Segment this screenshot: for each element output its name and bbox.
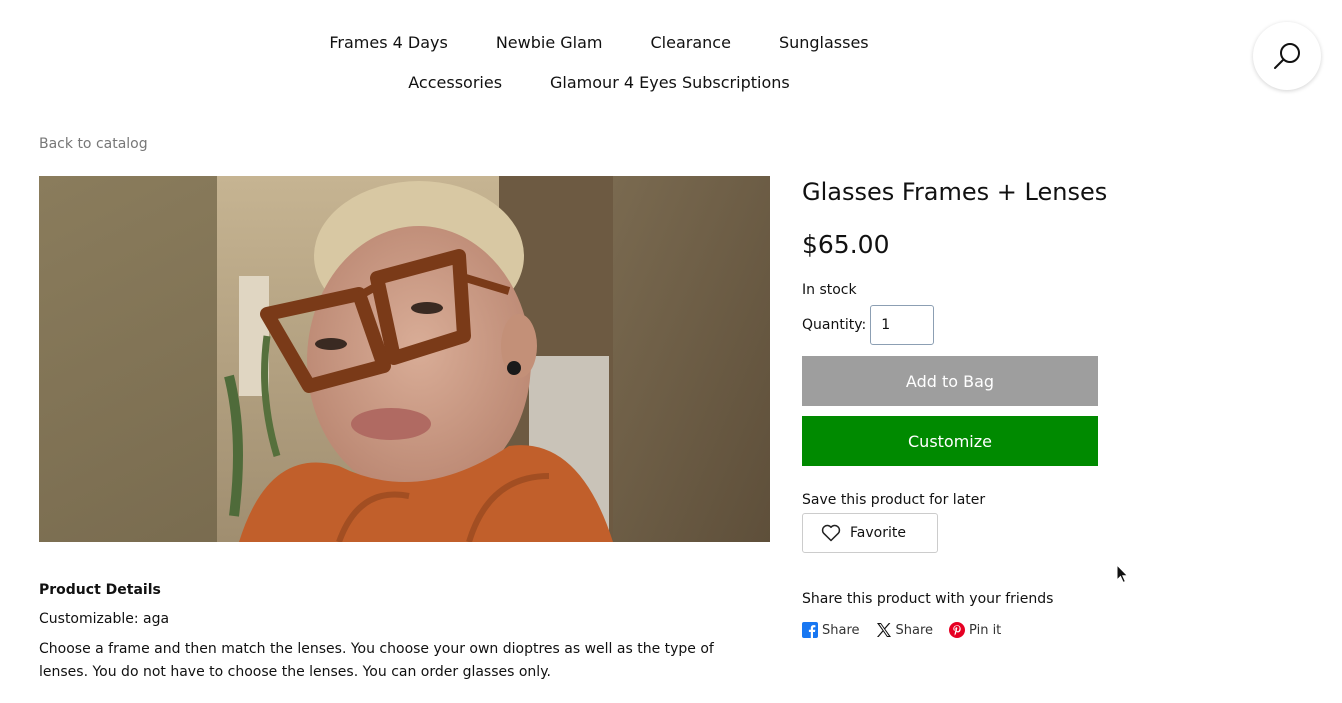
nav-item-newbie-glam[interactable]: Newbie Glam [472,33,627,52]
facebook-share-link[interactable]: Share [802,622,860,638]
nav-item-clearance[interactable]: Clearance [627,33,755,52]
nav-item-sunglasses[interactable]: Sunglasses [755,33,893,52]
product-photo-illustration [39,176,770,542]
customizable-text: Customizable: aga [39,611,170,627]
nav-row-1: Frames 4 Days Newbie Glam Clearance Sung… [0,22,1198,62]
facebook-share-label: Share [822,622,860,638]
favorite-label: Favorite [850,525,906,541]
x-icon [876,623,891,637]
product-price: $65.00 [802,230,890,259]
save-for-later-label: Save this product for later [802,492,986,508]
pinterest-icon [949,622,966,638]
nav-row-2: Accessories Glamour 4 Eyes Subscriptions [0,62,1198,102]
pinterest-share-link[interactable]: Pin it [949,622,1001,638]
add-to-bag-button[interactable]: Add to Bag [802,356,1098,406]
quantity-input[interactable] [870,305,935,345]
stock-status: In stock [802,282,857,298]
search-button[interactable] [1253,22,1321,90]
product-panel: Glasses Frames + Lenses $65.00 In stock … [802,176,1108,638]
nav-item-glamour-4-eyes-subscriptions[interactable]: Glamour 4 Eyes Subscriptions [526,73,814,92]
x-share-link[interactable]: Share [876,622,934,638]
heart-icon [821,524,841,542]
quantity-row: Quantity: [802,305,1098,345]
share-row: Share Share Pin it [802,622,1098,638]
back-to-catalog-link[interactable]: Back to catalog [39,136,148,152]
nav-item-accessories[interactable]: Accessories [384,73,526,92]
share-label: Share this product with your friends [802,591,1054,607]
favorite-button[interactable]: Favorite [802,513,938,553]
quantity-label: Quantity: [802,317,867,333]
customize-button[interactable]: Customize [802,416,1098,466]
product-details: Product Details Customizable: aga Choose… [39,582,759,684]
search-icon [1274,43,1300,69]
nav-item-frames-4-days[interactable]: Frames 4 Days [305,33,471,52]
pinterest-share-label: Pin it [969,622,1002,638]
product-image[interactable] [39,176,770,542]
product-description: Choose a frame and then match the lenses… [39,641,714,680]
x-share-label: Share [895,622,934,638]
product-details-heading: Product Details [39,582,161,598]
facebook-icon [802,622,818,638]
product-title: Glasses Frames + Lenses [802,178,1108,206]
mouse-cursor-icon [1116,564,1129,584]
main-nav: Frames 4 Days Newbie Glam Clearance Sung… [0,22,1198,102]
